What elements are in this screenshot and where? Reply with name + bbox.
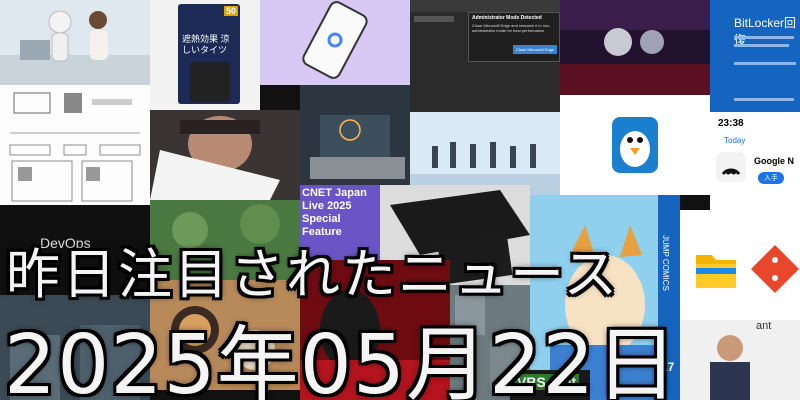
laptop-ai-image <box>300 85 410 185</box>
tile-laptop-ai[interactable] <box>300 85 410 185</box>
man-face-image <box>150 110 300 200</box>
tile-robot-photo[interactable] <box>0 0 150 85</box>
penguin-app-icon <box>612 117 658 173</box>
vr-flow-diagram <box>9 92 141 202</box>
stockings-legs-image <box>190 62 230 102</box>
ios-back-link[interactable]: Today <box>724 136 745 145</box>
tile-google-phone[interactable] <box>260 0 410 85</box>
tile-keynote-event[interactable] <box>560 0 710 95</box>
headline-date: 2025年05月22日 <box>4 318 679 400</box>
keynote-stage-image <box>560 0 710 95</box>
admin-mode-body: Close Microsoft Edge and relaunch it in … <box>472 23 551 33</box>
bitlocker-line-1 <box>734 36 794 39</box>
tile-ios-appstore[interactable]: 23:38 Today Google N 入手 <box>710 112 800 210</box>
app-icon <box>716 152 746 182</box>
admin-mode-dialog: Administrator Mode Detected Close Micros… <box>468 12 560 62</box>
robot-photo-image <box>0 0 150 85</box>
bitlocker-line-3 <box>734 62 796 65</box>
bitlocker-line-4 <box>734 98 794 101</box>
phone-image <box>302 1 368 79</box>
bitlocker-title: BitLocker回復 <box>734 16 797 47</box>
bitlocker-line-2 <box>734 44 789 47</box>
browser-titlebar <box>410 0 560 12</box>
tile-vr-diagram[interactable] <box>0 85 150 205</box>
close-edge-button[interactable]: Close Microsoft Edge <box>513 45 558 54</box>
tile-admin-mode-dialog[interactable]: Administrator Mode Detected Close Micros… <box>410 0 560 112</box>
stockings-size-label: 50 <box>224 6 239 16</box>
stockings-product-label: 遮熱効果 涼しいタイツ <box>182 34 230 55</box>
tile-penguin-app[interactable] <box>560 95 710 195</box>
tile-man-face[interactable] <box>150 110 300 200</box>
admin-mode-title: Administrator Mode Detected <box>472 15 542 21</box>
tile-bitlocker-recovery[interactable]: BitLocker回復 <box>710 0 800 112</box>
browser-tab <box>414 16 454 22</box>
ios-app-name: Google N <box>754 156 794 166</box>
ios-get-button[interactable]: 入手 <box>758 172 784 184</box>
ios-status-time: 23:38 <box>718 118 744 129</box>
tile-stockings-product[interactable]: 50 遮熱効果 涼しいタイツ <box>150 0 260 110</box>
